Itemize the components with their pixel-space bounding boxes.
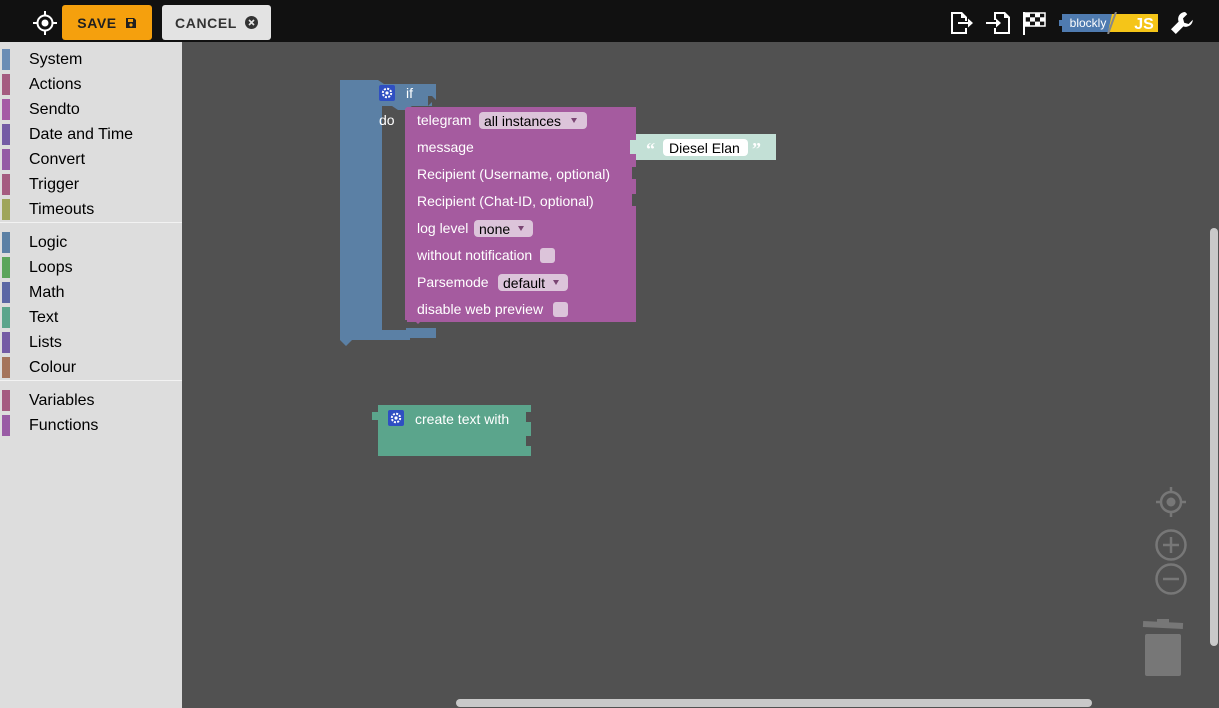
recipient-chatid-label: Recipient (Chat-ID, optional) <box>417 193 594 209</box>
sidebar-separator <box>0 222 182 223</box>
instance-dropdown[interactable]: all instances <box>479 112 587 129</box>
toolbox-sidebar: System Actions Sendto Date and Time Convert T… <box>0 42 182 708</box>
sidebar-category-sendto[interactable]: Sendto <box>0 97 182 122</box>
vertical-scrollbar[interactable] <box>1210 228 1218 646</box>
category-color-bar <box>2 199 10 220</box>
sidebar-category-trigger[interactable]: Trigger <box>0 172 182 197</box>
sidebar-category-convert[interactable]: Convert <box>0 147 182 172</box>
create-text-gear-icon[interactable] <box>388 410 404 426</box>
checkered-flag-icon[interactable] <box>1021 10 1047 36</box>
category-label: Actions <box>29 75 82 93</box>
export-icon[interactable] <box>948 10 974 36</box>
create-text-with-label: create text with <box>415 411 509 427</box>
text-literal-value[interactable]: Diesel Elan <box>669 140 740 156</box>
parsemode-dropdown-value: default <box>503 275 545 291</box>
close-quote-icon: ” <box>752 139 761 159</box>
category-color-bar <box>2 74 10 95</box>
save-label: SAVE <box>77 14 117 31</box>
category-label: Trigger <box>29 175 80 193</box>
category-label: Loops <box>29 258 73 276</box>
telegram-title: telegram <box>417 112 471 128</box>
zoom-in-icon[interactable] <box>1154 528 1188 562</box>
parsemode-label: Parsemode <box>417 274 489 290</box>
sidebar-category-system[interactable]: System <box>0 47 182 72</box>
category-color-bar <box>2 149 10 170</box>
category-color-bar <box>2 332 10 353</box>
trash-icon[interactable] <box>1141 618 1185 678</box>
if-label: if <box>406 85 413 101</box>
wrench-icon[interactable] <box>1169 10 1195 36</box>
sidebar-category-variables[interactable]: Variables <box>0 388 182 413</box>
sidebar-category-functions[interactable]: Functions <box>0 413 182 438</box>
category-label: Functions <box>29 416 99 434</box>
target-icon[interactable] <box>33 11 57 35</box>
disable-web-preview-checkbox[interactable] <box>553 302 568 317</box>
close-circle-icon <box>244 16 258 29</box>
blockly-workspace[interactable]: if do telegram all instances message Rec… <box>182 42 1219 708</box>
floppy-disk-icon <box>125 17 137 29</box>
category-color-bar <box>2 257 10 278</box>
category-color-bar <box>2 282 10 303</box>
sidebar-category-logic[interactable]: Logic <box>0 230 182 255</box>
open-quote-icon: “ <box>646 139 655 159</box>
category-color-bar <box>2 357 10 378</box>
instance-dropdown-value: all instances <box>484 113 561 129</box>
message-label: message <box>417 139 474 155</box>
sidebar-category-date-and-time[interactable]: Date and Time <box>0 122 182 147</box>
category-label: Sendto <box>29 100 80 118</box>
horizontal-scrollbar[interactable] <box>456 699 1092 707</box>
parsemode-dropdown[interactable]: default <box>498 274 568 291</box>
without-notification-checkbox[interactable] <box>540 248 555 263</box>
blockly-js-logo[interactable]: blockly JS <box>1058 12 1158 34</box>
sidebar-category-timeouts[interactable]: Timeouts <box>0 197 182 222</box>
sidebar-category-colour[interactable]: Colour <box>0 355 182 380</box>
category-color-bar <box>2 174 10 195</box>
log-level-dropdown-value: none <box>479 221 510 237</box>
category-label: Convert <box>29 150 86 168</box>
category-label: Math <box>29 283 65 301</box>
category-label: Text <box>29 308 59 326</box>
recipient-username-label: Recipient (Username, optional) <box>417 166 610 182</box>
category-label: Logic <box>29 233 68 251</box>
log-level-label: log level <box>417 220 468 236</box>
category-color-bar <box>2 49 10 70</box>
save-button[interactable]: SAVE <box>62 5 152 40</box>
cancel-button[interactable]: CANCEL <box>162 5 271 40</box>
sidebar-category-math[interactable]: Math <box>0 280 182 305</box>
category-color-bar <box>2 307 10 328</box>
sidebar-category-lists[interactable]: Lists <box>0 330 182 355</box>
disable-web-preview-label: disable web preview <box>417 301 544 317</box>
cancel-label: CANCEL <box>175 14 237 31</box>
category-color-bar <box>2 99 10 120</box>
sidebar-category-text[interactable]: Text <box>0 305 182 330</box>
category-color-bar <box>2 124 10 145</box>
sidebar-separator <box>0 380 182 381</box>
category-label: Timeouts <box>29 200 95 218</box>
js-logo-text: JS <box>1134 16 1154 33</box>
sidebar-category-actions[interactable]: Actions <box>0 72 182 97</box>
top-toolbar: SAVE CANCEL blockly JS <box>0 0 1219 42</box>
category-label: System <box>29 50 83 68</box>
category-label: Variables <box>29 391 95 409</box>
zoom-out-icon[interactable] <box>1154 562 1188 596</box>
sidebar-category-loops[interactable]: Loops <box>0 255 182 280</box>
log-level-dropdown[interactable]: none <box>474 220 533 237</box>
if-gear-icon[interactable] <box>379 85 395 101</box>
import-icon[interactable] <box>985 10 1011 36</box>
recenter-icon[interactable] <box>1154 485 1188 519</box>
category-label: Date and Time <box>29 125 134 143</box>
blockly-logo-text: blockly <box>1070 16 1107 30</box>
category-label: Lists <box>29 333 62 351</box>
category-color-bar <box>2 415 10 436</box>
without-notification-label: without notification <box>416 247 532 263</box>
category-color-bar <box>2 232 10 253</box>
text-literal-block[interactable]: “ Diesel Elan ” <box>630 134 776 160</box>
category-color-bar <box>2 390 10 411</box>
category-label: Colour <box>29 358 77 376</box>
do-label: do <box>379 112 395 128</box>
